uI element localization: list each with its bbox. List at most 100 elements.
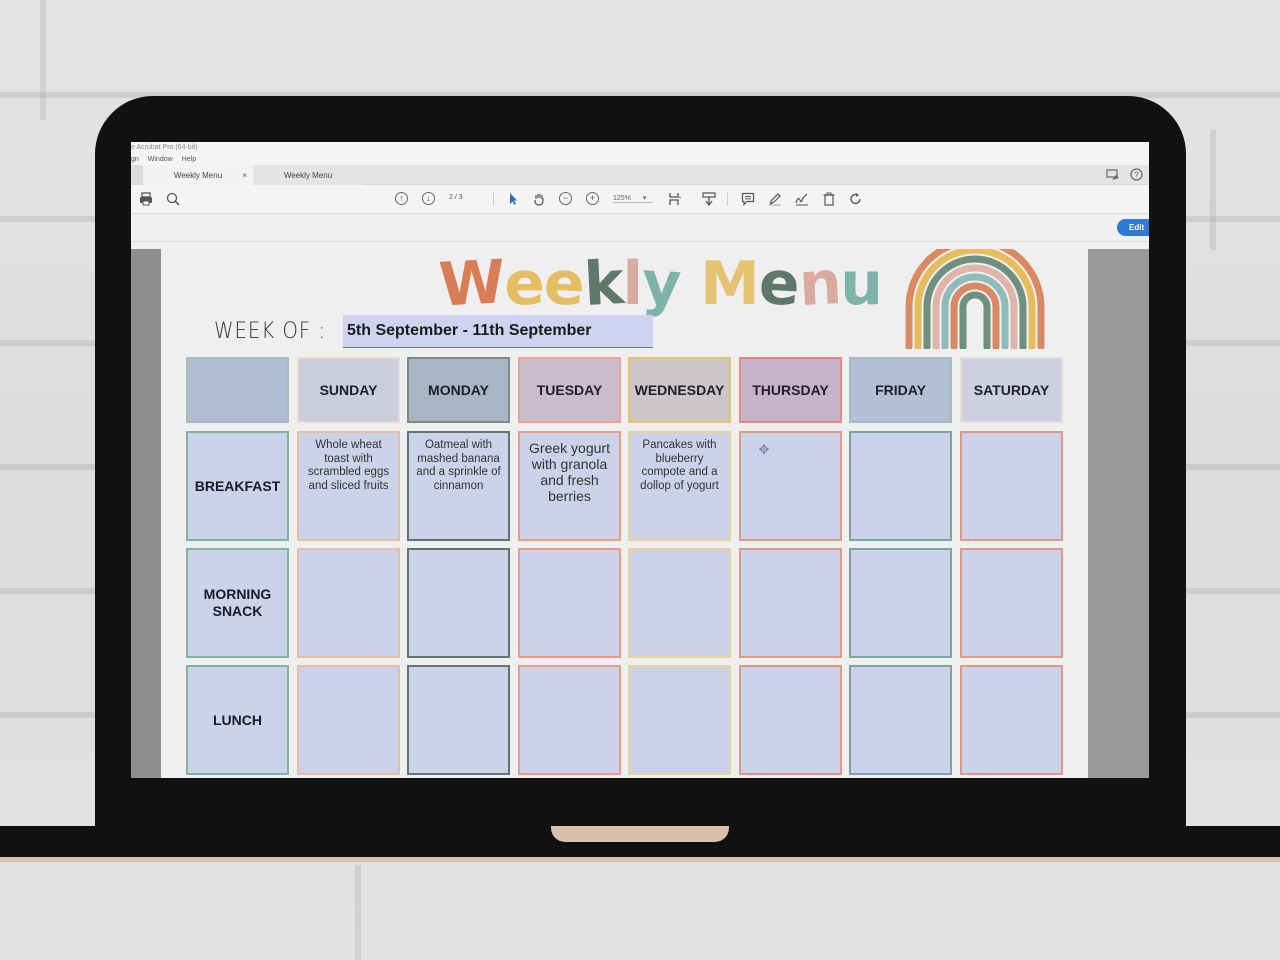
day-header-wednesday: WEDNESDAY bbox=[628, 357, 731, 423]
meal-field[interactable]: Oatmeal with mashed banana and a sprinkl… bbox=[407, 431, 510, 541]
title-letter: u bbox=[840, 249, 883, 319]
title-letter: M bbox=[700, 249, 760, 319]
meal-field[interactable] bbox=[297, 665, 400, 775]
page-number-field[interactable]: 2 / 3 bbox=[449, 194, 463, 201]
page-down-icon[interactable]: ↓ bbox=[422, 192, 435, 205]
tab-bar: Weekly Menu × Weekly Menu ? bbox=[131, 165, 1149, 185]
row-label-breakfast: BREAKFAST bbox=[186, 431, 289, 541]
move-cursor-icon: ✥ bbox=[758, 442, 770, 457]
hand-tool-icon[interactable] bbox=[532, 192, 546, 206]
meal-field[interactable] bbox=[518, 548, 621, 658]
wall-mortar bbox=[40, 0, 46, 120]
rotate-icon[interactable] bbox=[849, 192, 863, 206]
menu-item-sign[interactable]: gn bbox=[131, 154, 139, 165]
day-header-monday: MONDAY bbox=[407, 357, 510, 423]
week-of-field[interactable]: 5th September - 11th September bbox=[343, 315, 653, 348]
meal-field[interactable] bbox=[849, 665, 952, 775]
meal-field[interactable]: ✥ bbox=[739, 431, 842, 541]
tab-home[interactable] bbox=[131, 165, 143, 184]
tab-label: Weekly Menu bbox=[283, 170, 333, 180]
toolbar: ↑ ↓ 2 / 3 − + 125% ▾ bbox=[131, 185, 1149, 214]
menu-bar: gn Window Help bbox=[131, 154, 1149, 165]
title-letter: n bbox=[796, 247, 843, 321]
title-letter: e bbox=[504, 249, 545, 319]
meal-field[interactable] bbox=[739, 548, 842, 658]
menu-item-window[interactable]: Window bbox=[148, 154, 173, 165]
share-screen-icon[interactable] bbox=[1106, 168, 1120, 181]
pdf-page: Weekly Menu WEEK OF : 5th September - 11… bbox=[161, 247, 1088, 778]
tab-bar-icons: ? bbox=[1106, 165, 1149, 184]
edit-button[interactable]: Edit bbox=[1117, 219, 1149, 236]
title-letter: l bbox=[622, 249, 644, 319]
title-letter bbox=[678, 249, 702, 320]
day-header-sunday: SUNDAY bbox=[297, 357, 400, 423]
day-header-saturday: SATURDAY bbox=[960, 357, 1063, 423]
chevron-down-icon: ▾ bbox=[642, 195, 647, 202]
title-letter: e bbox=[757, 248, 801, 320]
meal-field[interactable] bbox=[297, 548, 400, 658]
title-letter: W bbox=[437, 247, 506, 321]
sign-icon[interactable] bbox=[795, 192, 809, 206]
day-header-thursday: THURSDAY bbox=[739, 357, 842, 423]
highlight-pen-icon[interactable] bbox=[768, 192, 782, 206]
day-header-friday: FRIDAY bbox=[849, 357, 952, 423]
tab-label: Weekly Menu bbox=[173, 170, 223, 180]
delete-icon[interactable] bbox=[822, 192, 836, 206]
row-label-lunch: LUNCH bbox=[186, 665, 289, 775]
menu-item-help[interactable]: Help bbox=[182, 154, 196, 165]
tab-weekly-menu-1[interactable]: Weekly Menu × bbox=[143, 165, 253, 185]
toolbar-divider bbox=[493, 192, 494, 206]
select-cursor-icon[interactable] bbox=[506, 192, 520, 206]
zoom-out-icon[interactable]: − bbox=[559, 192, 572, 205]
laptop-base-rim bbox=[0, 857, 1280, 862]
secondary-toolbar: Edit bbox=[131, 214, 1149, 242]
close-icon[interactable]: × bbox=[242, 171, 247, 180]
meal-field[interactable] bbox=[407, 548, 510, 658]
wall-mortar bbox=[355, 865, 361, 960]
print-icon[interactable] bbox=[139, 192, 153, 206]
page-up-icon[interactable]: ↑ bbox=[395, 192, 408, 205]
meal-field[interactable] bbox=[739, 665, 842, 775]
meal-field[interactable] bbox=[960, 431, 1063, 541]
meal-field[interactable] bbox=[628, 665, 731, 775]
week-of-label: WEEK OF : bbox=[214, 319, 326, 344]
comment-icon[interactable] bbox=[741, 192, 755, 206]
meal-field[interactable] bbox=[849, 431, 952, 541]
meal-field[interactable] bbox=[628, 548, 731, 658]
meal-field[interactable]: Pancakes with blueberry compote and a do… bbox=[628, 431, 731, 541]
title-letter: e bbox=[542, 248, 586, 320]
meal-field[interactable] bbox=[960, 665, 1063, 775]
screen: e Acrobat Pro (64-bit) gn Window Help We… bbox=[131, 142, 1149, 778]
meal-field[interactable] bbox=[960, 548, 1063, 658]
zoom-level-dropdown[interactable]: 125% ▾ bbox=[613, 194, 653, 203]
tab-weekly-menu-2[interactable]: Weekly Menu bbox=[253, 165, 363, 185]
fit-page-icon[interactable] bbox=[668, 192, 682, 206]
svg-text:?: ? bbox=[1134, 171, 1139, 180]
meal-field[interactable] bbox=[849, 548, 952, 658]
zoom-level-value: 125% bbox=[613, 195, 631, 202]
document-viewport[interactable]: Weekly Menu WEEK OF : 5th September - 11… bbox=[131, 247, 1149, 778]
scroll-mode-icon[interactable] bbox=[702, 192, 716, 206]
wall-mortar bbox=[1210, 130, 1216, 250]
left-panel bbox=[131, 249, 161, 778]
window-title: e Acrobat Pro (64-bit) bbox=[131, 142, 1149, 154]
page-total: / 3 bbox=[454, 194, 463, 201]
laptop-notch bbox=[551, 826, 729, 842]
row-label-morning-snack: MORNING SNACK bbox=[186, 548, 289, 658]
meal-field[interactable]: Greek yogurt with granola and fresh berr… bbox=[518, 431, 621, 541]
page-title: Weekly Menu bbox=[437, 247, 883, 321]
day-header-tuesday: TUESDAY bbox=[518, 357, 621, 423]
page-current[interactable]: 2 bbox=[449, 194, 453, 201]
rainbow-illustration bbox=[905, 249, 1045, 349]
meal-field[interactable]: Whole wheat toast with scrambled eggs an… bbox=[297, 431, 400, 541]
toolbar-divider bbox=[727, 192, 728, 206]
rainbow-arc bbox=[959, 291, 991, 349]
rainbow-arc bbox=[923, 255, 1027, 349]
zoom-in-icon[interactable]: + bbox=[586, 192, 599, 205]
search-zoom-icon[interactable] bbox=[166, 192, 180, 206]
meal-field[interactable] bbox=[407, 665, 510, 775]
title-letter: y bbox=[640, 248, 683, 320]
meal-field[interactable] bbox=[518, 665, 621, 775]
title-letter: k bbox=[581, 248, 625, 320]
help-icon[interactable]: ? bbox=[1130, 168, 1143, 181]
